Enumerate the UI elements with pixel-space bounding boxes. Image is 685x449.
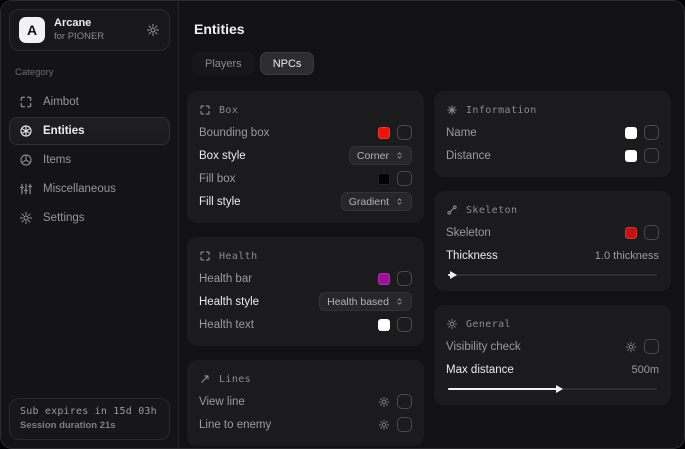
checkbox[interactable] (397, 271, 412, 286)
checkbox[interactable] (397, 171, 412, 186)
sphere-icon (19, 153, 33, 167)
checkbox[interactable] (397, 317, 412, 332)
card-general: General Visibility check Max distance 50… (434, 305, 671, 405)
card-title: General (466, 319, 511, 330)
card-title: Lines (219, 374, 251, 385)
setting-row-view-line: View line (199, 390, 412, 413)
row-config-gear-icon[interactable] (625, 341, 637, 353)
brand-header: A Arcane for PIONER (9, 9, 170, 51)
card-health: Health Health bar Health style Health ba… (187, 237, 424, 346)
card-lines: Lines View line Line to enemy (187, 360, 424, 446)
slider-handle[interactable] (450, 271, 457, 279)
checkbox[interactable] (644, 225, 659, 240)
setting-row-visibility-check: Visibility check (446, 335, 659, 358)
row-config-gear-icon[interactable] (378, 396, 390, 408)
setting-row-box-style: Box style Corner (199, 144, 412, 167)
color-swatch[interactable] (378, 173, 390, 185)
card-skeleton: Skeleton Skeleton Thickness 1.0 thicknes… (434, 191, 671, 291)
sparkle-icon (446, 104, 458, 116)
page-title: Entities (194, 21, 671, 37)
color-swatch[interactable] (378, 127, 390, 139)
setting-row-max-distance: Max distance 500m (446, 358, 659, 381)
tab-npcs[interactable]: NPCs (260, 52, 315, 75)
setting-row-health-style: Health style Health based (199, 290, 412, 313)
radar-icon (19, 124, 33, 138)
box-style-select[interactable]: Corner (349, 146, 412, 165)
sidebar-item-label: Settings (43, 212, 85, 224)
app-logo: A (19, 17, 45, 43)
bone-icon (446, 204, 458, 216)
setting-row-line-to-enemy: Line to enemy (199, 413, 412, 436)
color-swatch[interactable] (378, 273, 390, 285)
color-swatch[interactable] (625, 150, 637, 162)
main-panel: Entities Players NPCs Box Bounding box (179, 1, 684, 448)
setting-row-distance: Distance (446, 144, 659, 167)
app-name: Arcane (54, 17, 137, 31)
diagonal-line-icon (199, 373, 211, 385)
scan-icon (19, 95, 33, 109)
sidebar-item-label: Miscellaneous (43, 183, 116, 195)
app-subtitle: for PIONER (54, 31, 137, 43)
setting-row-health-text: Health text (199, 313, 412, 336)
sidebar-item-aimbot[interactable]: Aimbot (9, 88, 170, 116)
card-title: Box (219, 105, 238, 116)
color-swatch[interactable] (625, 227, 637, 239)
card-box: Box Bounding box Box style Corner (187, 91, 424, 223)
color-swatch[interactable] (378, 319, 390, 331)
app-window: A Arcane for PIONER Category Aimbot Enti… (0, 0, 685, 449)
checkbox[interactable] (644, 125, 659, 140)
slider-handle[interactable] (556, 385, 563, 393)
checkbox[interactable] (397, 125, 412, 140)
setting-row-bounding-box: Bounding box (199, 121, 412, 144)
setting-row-fill-box: Fill box (199, 167, 412, 190)
max-distance-value: 500m (631, 364, 659, 376)
setting-row-thickness: Thickness 1.0 thickness (446, 244, 659, 267)
color-swatch[interactable] (625, 127, 637, 139)
chevron-updown-icon (395, 151, 404, 160)
fill-style-select[interactable]: Gradient (341, 192, 412, 211)
settings-gear-icon[interactable] (146, 23, 160, 37)
max-distance-slider[interactable] (448, 384, 657, 394)
sidebar-item-label: Aimbot (43, 96, 79, 108)
sidebar-item-label: Entities (43, 125, 85, 137)
sidebar-item-items[interactable]: Items (9, 146, 170, 174)
sidebar-item-entities[interactable]: Entities (9, 117, 170, 145)
corner-brackets-icon (199, 250, 211, 262)
sliders-icon (19, 182, 33, 196)
sun-icon (446, 318, 458, 330)
chevron-updown-icon (395, 297, 404, 306)
tab-players[interactable]: Players (192, 52, 255, 75)
checkbox[interactable] (644, 339, 659, 354)
thickness-value: 1.0 thickness (595, 250, 659, 262)
category-label: Category (15, 67, 164, 78)
gear-icon (19, 211, 33, 225)
card-title: Information (466, 105, 537, 116)
session-duration-text: Session duration 21s (20, 420, 159, 431)
setting-row-fill-style: Fill style Gradient (199, 190, 412, 213)
sidebar-item-label: Items (43, 154, 71, 166)
row-config-gear-icon[interactable] (378, 419, 390, 431)
card-title: Health (219, 251, 258, 262)
checkbox[interactable] (644, 148, 659, 163)
chevron-updown-icon (395, 197, 404, 206)
setting-row-skeleton: Skeleton (446, 221, 659, 244)
setting-row-health-bar: Health bar (199, 267, 412, 290)
card-information: Information Name Distance (434, 91, 671, 177)
health-style-select[interactable]: Health based (319, 292, 412, 311)
corner-brackets-icon (199, 104, 211, 116)
sidebar-item-settings[interactable]: Settings (9, 204, 170, 232)
sidebar-item-miscellaneous[interactable]: Miscellaneous (9, 175, 170, 203)
checkbox[interactable] (397, 394, 412, 409)
setting-row-name: Name (446, 121, 659, 144)
card-title: Skeleton (466, 205, 517, 216)
entity-tabs: Players NPCs (192, 52, 671, 75)
thickness-slider[interactable] (448, 270, 657, 280)
sub-expiry-text: Sub expires in 15d 03h (20, 406, 159, 417)
sidebar: A Arcane for PIONER Category Aimbot Enti… (1, 1, 179, 448)
sidebar-nav: Aimbot Entities Items Miscellaneous (9, 88, 170, 232)
subscription-info: Sub expires in 15d 03h Session duration … (9, 398, 170, 440)
checkbox[interactable] (397, 417, 412, 432)
